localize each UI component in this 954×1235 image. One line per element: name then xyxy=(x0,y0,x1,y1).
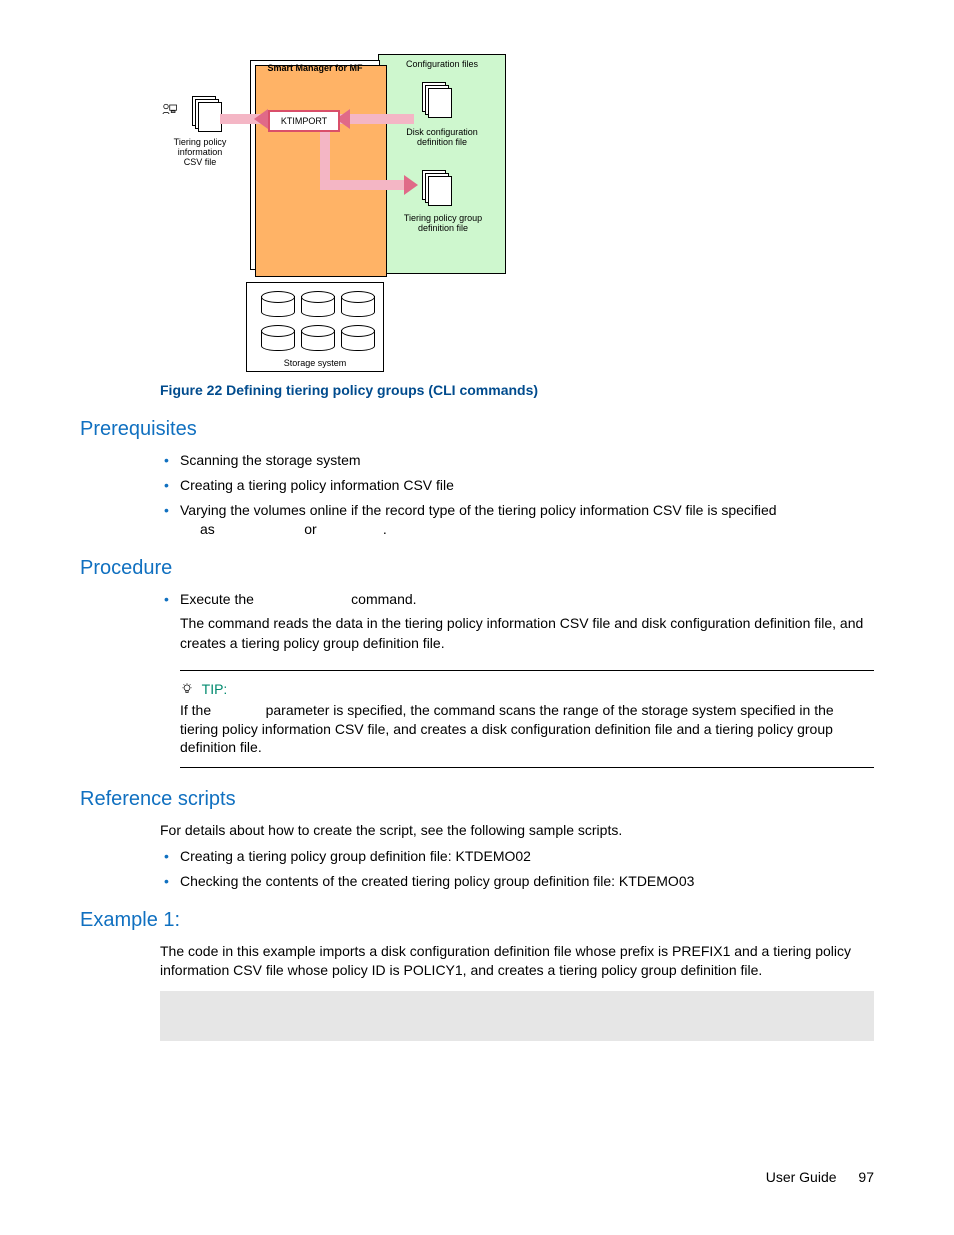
csv-file-icon xyxy=(192,96,222,132)
tip-body: If the parameter is specified, the comma… xyxy=(180,701,874,758)
config-files-label: Configuration files xyxy=(379,55,505,69)
code-block xyxy=(160,991,874,1041)
storage-system-box: Storage system xyxy=(246,282,384,372)
list-item: Creating a tiering policy group definiti… xyxy=(160,847,874,866)
list-item: Scanning the storage system xyxy=(160,451,874,470)
lightbulb-icon xyxy=(180,682,194,696)
user-icon xyxy=(160,102,190,132)
list-item: Creating a tiering policy information CS… xyxy=(160,476,874,495)
figure-caption: Figure 22 Defining tiering policy groups… xyxy=(160,382,874,398)
page-footer: User Guide 97 xyxy=(766,1169,874,1185)
heading-reference-scripts: Reference scripts xyxy=(80,788,874,811)
procedure-list: Execute the command. xyxy=(160,590,874,609)
tpg-file-icon xyxy=(422,170,452,206)
prerequisites-list: Scanning the storage system Creating a t… xyxy=(160,451,874,539)
disk-config-file-icon xyxy=(422,82,452,118)
smart-manager-label: Smart Manager for MF xyxy=(251,61,379,73)
storage-system-label: Storage system xyxy=(247,359,383,369)
csv-file-label: Tiering policy information CSV file xyxy=(160,138,240,168)
ktimport-box: KTIMPORT xyxy=(268,110,340,132)
arrow-head-icon xyxy=(254,109,268,129)
procedure-body: The command reads the data in the tierin… xyxy=(180,614,874,653)
example-body: The code in this example imports a disk … xyxy=(160,942,874,981)
heading-procedure: Procedure xyxy=(80,557,874,580)
arrow-ktimport-to-tpg xyxy=(320,180,406,190)
list-item: Execute the command. xyxy=(160,590,874,609)
footer-guide-label: User Guide xyxy=(766,1169,837,1185)
page-number: 97 xyxy=(858,1169,874,1185)
tip-heading: TIP: xyxy=(180,681,874,697)
tip-label: TIP: xyxy=(202,681,228,697)
heading-prerequisites: Prerequisites xyxy=(80,418,874,441)
smart-manager-box: Smart Manager for MF xyxy=(250,60,380,270)
tpg-label: Tiering policy group definition file xyxy=(388,214,498,234)
disk-config-label: Disk configuration definition file xyxy=(392,128,492,148)
reference-list: Creating a tiering policy group definiti… xyxy=(160,847,874,891)
list-item: Checking the contents of the created tie… xyxy=(160,872,874,891)
reference-intro: For details about how to create the scri… xyxy=(160,821,874,841)
list-item: Varying the volumes online if the record… xyxy=(160,501,874,539)
arrow-head-icon xyxy=(404,175,418,195)
tip-block: TIP: If the parameter is specified, the … xyxy=(180,670,874,769)
heading-example-1: Example 1: xyxy=(80,909,874,932)
figure-diagram: Configuration files Smart Manager for MF… xyxy=(160,50,874,370)
